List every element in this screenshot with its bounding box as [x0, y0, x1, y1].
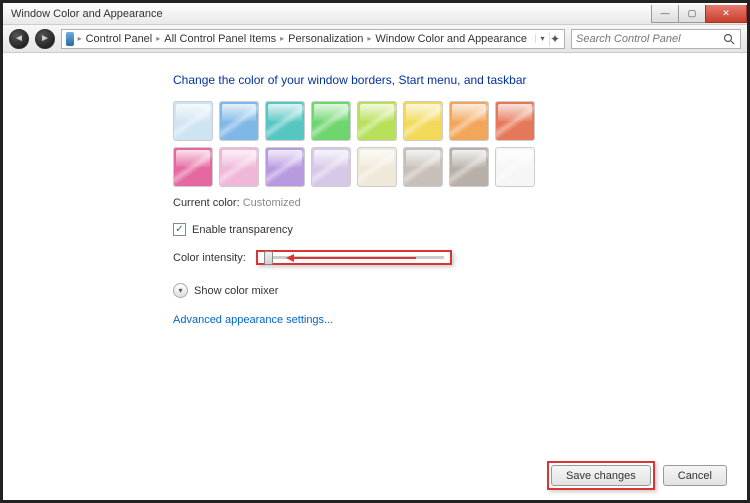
color-swatch[interactable]	[265, 147, 305, 187]
color-swatch[interactable]	[311, 147, 351, 187]
breadcrumb[interactable]: Control Panel	[86, 33, 153, 45]
search-icon[interactable]	[722, 32, 736, 46]
back-button[interactable]: ◄	[9, 29, 29, 49]
transparency-label: Enable transparency	[192, 224, 293, 236]
save-changes-button[interactable]: Save changes	[551, 465, 651, 486]
color-swatch[interactable]	[219, 147, 259, 187]
intensity-slider-highlight	[256, 250, 452, 265]
breadcrumb[interactable]: All Control Panel Items	[164, 33, 276, 45]
current-color-value: Customized	[243, 197, 301, 209]
color-swatch[interactable]	[219, 101, 259, 141]
color-swatch[interactable]	[265, 101, 305, 141]
color-swatch[interactable]	[495, 101, 535, 141]
window-title: Window Color and Appearance	[11, 8, 163, 20]
content-area: Change the color of your window borders,…	[3, 53, 747, 326]
minimize-button[interactable]: —	[651, 5, 679, 23]
chevron-right-icon: ▸	[78, 34, 82, 43]
search-box[interactable]	[571, 29, 741, 49]
color-swatch[interactable]	[357, 147, 397, 187]
expand-mixer-button[interactable]: ▾	[173, 283, 188, 298]
refresh-button[interactable]: ✦	[549, 32, 560, 46]
mixer-label: Show color mixer	[194, 285, 278, 297]
footer-buttons: Save changes Cancel	[547, 461, 727, 490]
window-buttons: — ▢ ✕	[652, 5, 747, 23]
color-mixer-row: ▾ Show color mixer	[173, 283, 707, 298]
current-color-label: Current color:	[173, 197, 240, 209]
intensity-label: Color intensity:	[173, 252, 246, 264]
chevron-right-icon: ▸	[156, 34, 160, 43]
color-swatch[interactable]	[403, 147, 443, 187]
search-input[interactable]	[576, 33, 722, 45]
titlebar: Window Color and Appearance — ▢ ✕	[3, 3, 747, 25]
close-button[interactable]: ✕	[705, 5, 747, 23]
color-swatch[interactable]	[173, 147, 213, 187]
forward-button[interactable]: ►	[35, 29, 55, 49]
addressbar[interactable]: ▸ Control Panel ▸ All Control Panel Item…	[61, 29, 565, 49]
color-swatches	[173, 101, 573, 187]
address-dropdown[interactable]: ▾	[535, 34, 545, 43]
save-button-highlight: Save changes	[547, 461, 655, 490]
color-swatch[interactable]	[357, 101, 397, 141]
annotation-arrow	[286, 254, 416, 262]
cancel-button[interactable]: Cancel	[663, 465, 727, 486]
color-swatch[interactable]	[173, 101, 213, 141]
breadcrumb[interactable]: Window Color and Appearance	[375, 33, 527, 45]
transparency-row: ✓ Enable transparency	[173, 223, 707, 236]
color-swatch[interactable]	[449, 101, 489, 141]
current-color-line: Current color: Customized	[173, 197, 707, 209]
color-swatch[interactable]	[449, 147, 489, 187]
chevron-right-icon: ▸	[367, 34, 371, 43]
intensity-row: Color intensity:	[173, 250, 707, 265]
maximize-button[interactable]: ▢	[678, 5, 706, 23]
slider-thumb[interactable]	[264, 251, 273, 265]
navbar: ◄ ► ▸ Control Panel ▸ All Control Panel …	[3, 25, 747, 53]
color-swatch[interactable]	[403, 101, 443, 141]
color-swatch[interactable]	[311, 101, 351, 141]
chevron-right-icon: ▸	[280, 34, 284, 43]
transparency-checkbox[interactable]: ✓	[173, 223, 186, 236]
advanced-appearance-link[interactable]: Advanced appearance settings...	[173, 314, 707, 326]
page-heading: Change the color of your window borders,…	[173, 73, 707, 87]
location-icon	[66, 32, 74, 46]
breadcrumb[interactable]: Personalization	[288, 33, 363, 45]
color-swatch[interactable]	[495, 147, 535, 187]
